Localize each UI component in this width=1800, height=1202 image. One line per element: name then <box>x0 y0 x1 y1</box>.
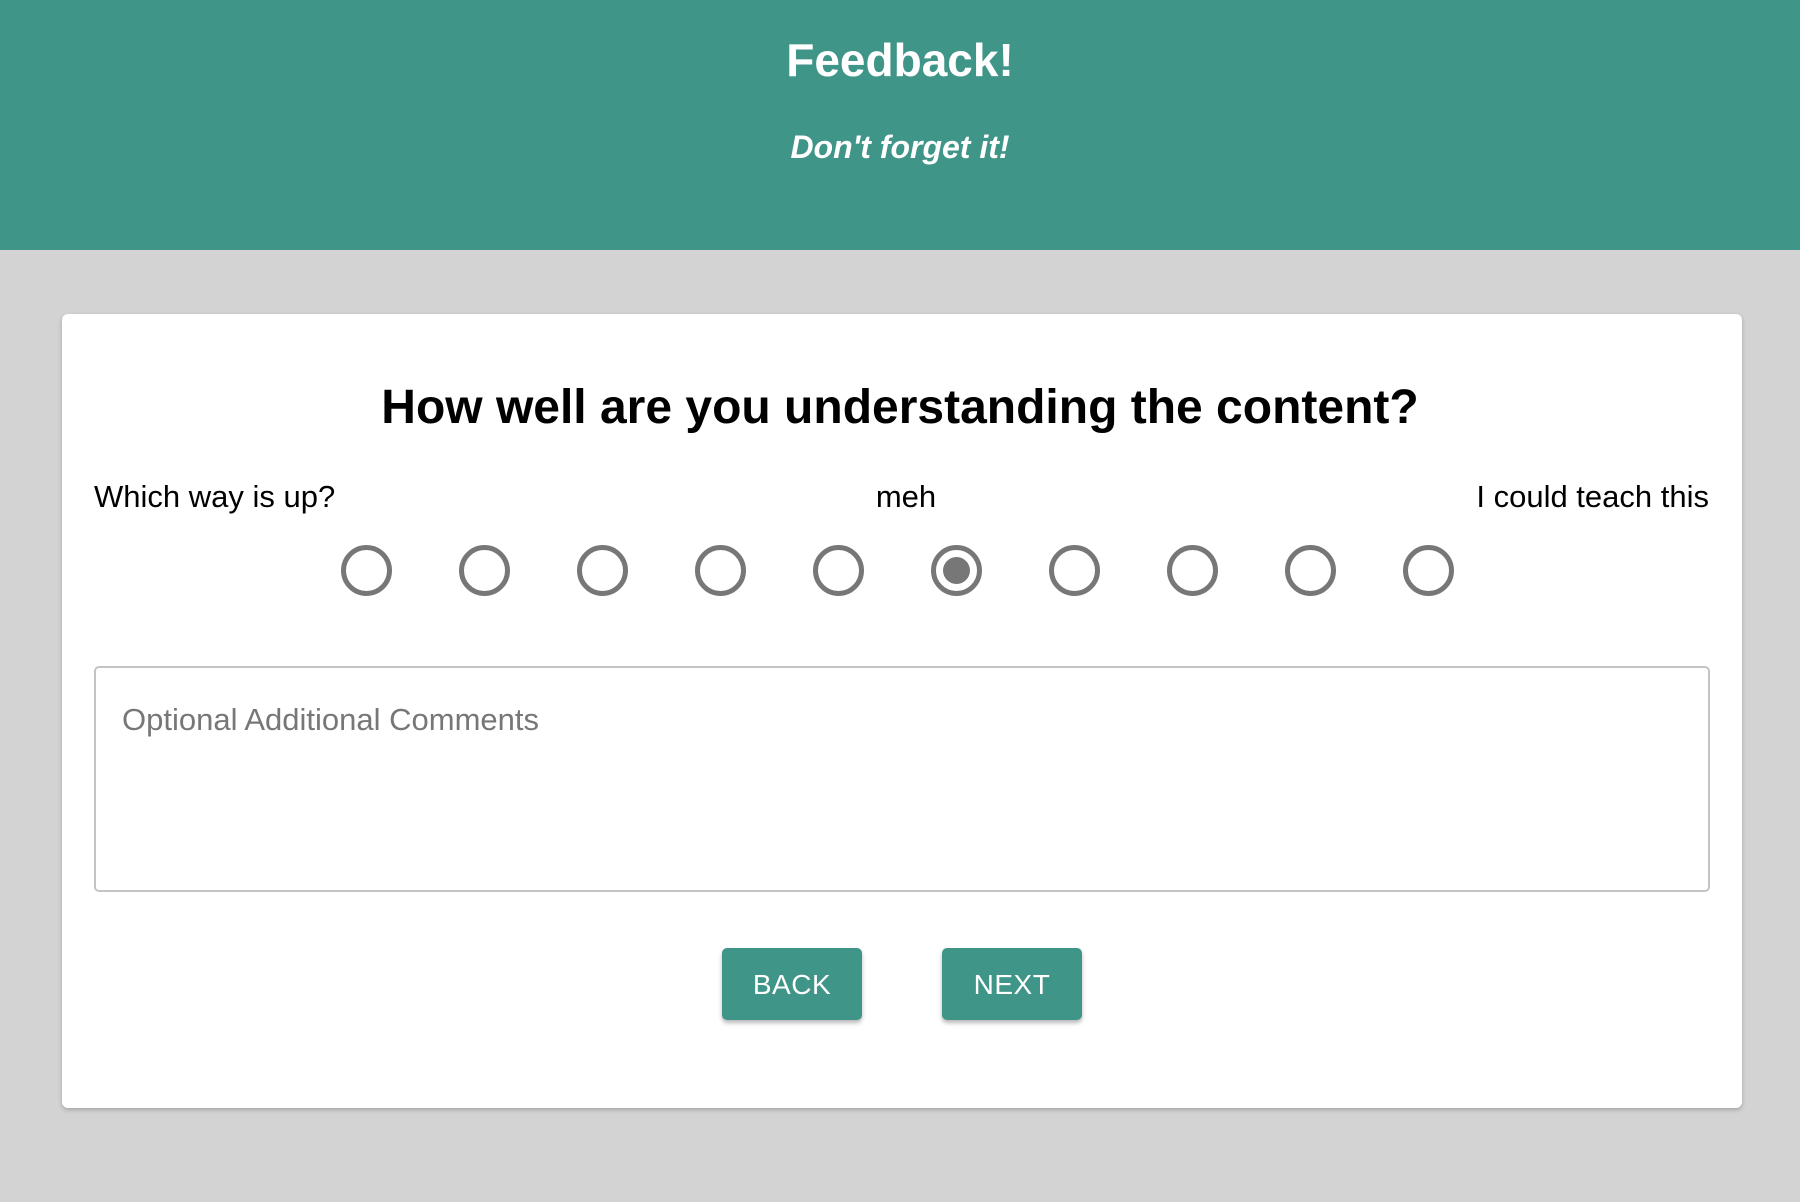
rating-radio-8[interactable] <box>1167 545 1218 596</box>
page-subtitle: Don't forget it! <box>790 129 1010 165</box>
rating-radio-3[interactable] <box>577 545 628 596</box>
rating-radio-1[interactable] <box>341 545 392 596</box>
rating-radio-2[interactable] <box>459 545 510 596</box>
comments-textarea[interactable] <box>94 666 1710 892</box>
radio-selected-dot <box>943 557 970 584</box>
scale-high-label: I could teach this <box>1476 479 1709 514</box>
rating-radio-10[interactable] <box>1403 545 1454 596</box>
rating-radio-4[interactable] <box>695 545 746 596</box>
back-button[interactable]: BACK <box>722 948 862 1020</box>
page-header: Feedback! Don't forget it! <box>0 0 1800 250</box>
rating-radio-group <box>341 545 1461 605</box>
next-button[interactable]: NEXT <box>942 948 1082 1020</box>
rating-radio-9[interactable] <box>1285 545 1336 596</box>
page-title: Feedback! <box>786 34 1014 86</box>
rating-radio-7[interactable] <box>1049 545 1100 596</box>
question-text: How well are you understanding the conte… <box>381 381 1419 434</box>
rating-radio-6[interactable] <box>931 545 982 596</box>
rating-radio-5[interactable] <box>813 545 864 596</box>
